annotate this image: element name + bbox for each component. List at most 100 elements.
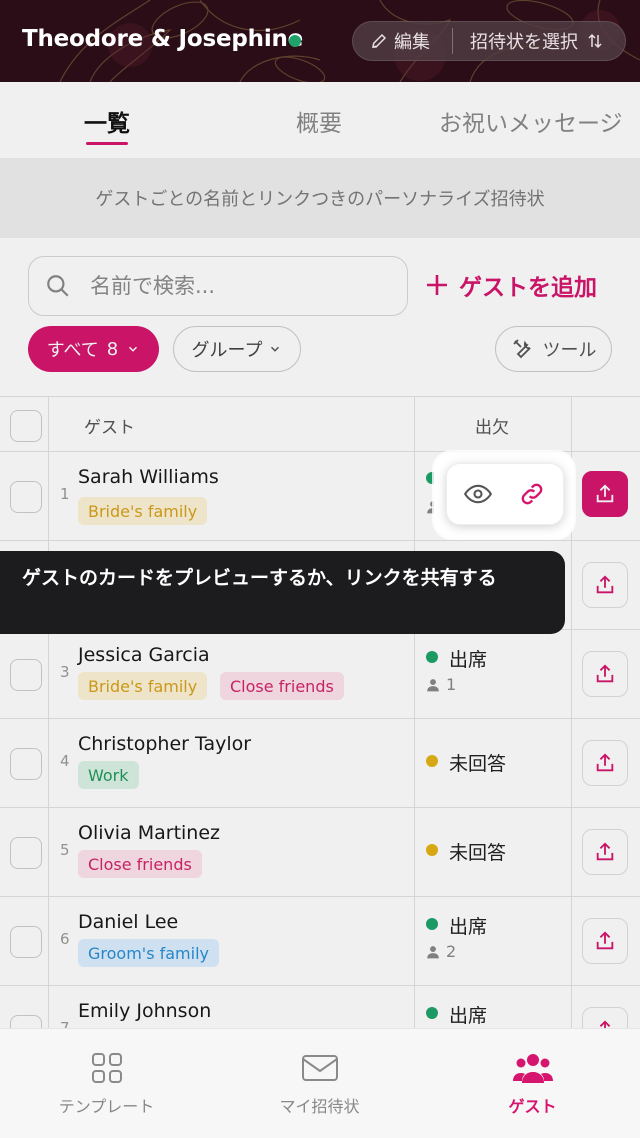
- row-checkbox[interactable]: [10, 659, 42, 691]
- table-row[interactable]: 4 Christopher Taylor Work 未回答: [0, 719, 640, 808]
- share-icon: [596, 484, 614, 503]
- active-tab-indicator: [86, 142, 128, 145]
- row-checkbox[interactable]: [10, 926, 42, 958]
- copy-link-icon[interactable]: [518, 480, 546, 508]
- group-tag: Work: [78, 761, 139, 789]
- row-number: 3: [60, 663, 70, 681]
- group-tag: Bride's family: [78, 497, 208, 525]
- select-all-checkbox[interactable]: [10, 410, 42, 442]
- filter-all-label: すべて: [46, 340, 99, 361]
- tools-label: ツール: [542, 340, 597, 361]
- select-invitation-label: 招待状を選択: [470, 32, 578, 53]
- select-invitation-button[interactable]: 招待状を選択: [470, 29, 604, 53]
- sort-arrows-icon: [588, 33, 602, 49]
- rsvp-status: 出席: [449, 649, 488, 671]
- tools-icon: [512, 339, 531, 359]
- guest-name: Jessica Garcia: [78, 644, 210, 666]
- row-number: 1: [60, 485, 70, 503]
- filter-group-label: グループ: [191, 340, 263, 361]
- row-number: 4: [60, 752, 70, 770]
- row-number: 5: [60, 841, 70, 859]
- guest-name: Olivia Martinez: [78, 822, 220, 844]
- info-banner-text: ゲストごとの名前とリンクつきのパーソナライズ招待状: [95, 189, 545, 210]
- status-dot: [426, 1007, 438, 1019]
- status-dot: [426, 651, 438, 663]
- group-tag: Close friends: [78, 850, 202, 878]
- envelope-icon: [301, 1055, 338, 1081]
- rsvp-status: 未回答: [449, 753, 507, 775]
- invitation-title: Theodore & Josephine: [22, 26, 304, 52]
- share-button[interactable]: [582, 740, 628, 786]
- people-icon: [512, 1054, 553, 1083]
- share-button[interactable]: [582, 651, 628, 697]
- bottom-navigation: テンプレート マイ招待状 ゲスト: [0, 1028, 640, 1138]
- table-row[interactable]: 3 Jessica Garcia Bride's family Close fr…: [0, 630, 640, 719]
- column-header-guest: ゲスト: [84, 418, 135, 438]
- status-dot: [426, 844, 438, 856]
- row-number: 6: [60, 930, 70, 948]
- guest-name: Sarah Williams: [78, 466, 219, 488]
- plus-icon: [427, 275, 447, 295]
- guest-name: Emily Johnson: [78, 1000, 212, 1022]
- share-icon: [596, 753, 614, 772]
- onboarding-tooltip[interactable]: ゲストのカードをプレビューするか、リンクを共有する: [0, 551, 565, 634]
- guest-name: Christopher Taylor: [78, 733, 252, 755]
- share-icon: [596, 664, 614, 683]
- nav-guests[interactable]: ゲスト: [426, 1029, 639, 1138]
- tab-list[interactable]: 一覧: [84, 104, 130, 138]
- table-row[interactable]: 5 Olivia Martinez Close friends 未回答: [0, 808, 640, 897]
- edit-label: 編集: [394, 32, 430, 53]
- info-banner: ゲストごとの名前とリンクつきのパーソナライズ招待状: [0, 158, 640, 238]
- share-button[interactable]: [582, 562, 628, 608]
- share-icon: [596, 842, 614, 861]
- tools-button[interactable]: ツール: [495, 326, 612, 372]
- guest-name: Daniel Lee: [78, 911, 179, 933]
- edit-button[interactable]: 編集: [370, 29, 430, 53]
- grid-icon: [91, 1053, 122, 1083]
- search-input[interactable]: [90, 270, 390, 302]
- rsvp-status: 出席: [449, 1005, 488, 1027]
- add-guest-label: ゲストを追加: [459, 275, 597, 301]
- status-dot: [426, 755, 438, 767]
- pencil-icon: [372, 33, 387, 48]
- nav-guests-label: ゲスト: [508, 1097, 557, 1116]
- pill-divider: [452, 28, 453, 54]
- person-icon: [427, 945, 439, 958]
- row-checkbox[interactable]: [10, 481, 42, 513]
- row-checkbox[interactable]: [10, 837, 42, 869]
- chevron-down-icon: [129, 346, 138, 352]
- table-row[interactable]: 6 Daniel Lee Groom's family 出席 2: [0, 897, 640, 986]
- status-dot: [426, 918, 438, 930]
- group-tag: Groom's family: [78, 939, 219, 967]
- party-count: 1: [446, 675, 457, 694]
- nav-templates[interactable]: テンプレート: [0, 1029, 213, 1138]
- filter-all-count: 8: [106, 338, 119, 360]
- table-header: ゲスト 出欠: [0, 396, 640, 452]
- share-button[interactable]: [582, 471, 628, 517]
- party-size: 1: [426, 675, 456, 694]
- party-size: 2: [426, 942, 456, 961]
- search-icon: [47, 275, 69, 297]
- filter-all-chip[interactable]: すべて 8: [28, 326, 159, 372]
- row-checkbox[interactable]: [10, 748, 42, 780]
- filter-group-chip[interactable]: グループ: [173, 326, 301, 372]
- rsvp-status: 未回答: [449, 842, 507, 864]
- share-button[interactable]: [582, 918, 628, 964]
- tab-bar: 一覧 概要 お祝いメッセージ: [0, 82, 640, 158]
- group-tag: Close friends: [220, 672, 344, 700]
- person-icon: [427, 678, 439, 691]
- status-dot: [289, 35, 301, 47]
- nav-my-invitations[interactable]: マイ招待状: [213, 1029, 426, 1138]
- nav-my-invitations-label: マイ招待状: [279, 1097, 360, 1116]
- rsvp-status: 出席: [449, 916, 488, 938]
- nav-templates-label: テンプレート: [58, 1097, 155, 1116]
- share-icon: [596, 575, 614, 594]
- party-count: 2: [446, 942, 457, 961]
- group-tag: Bride's family: [78, 672, 208, 700]
- share-icon: [596, 931, 614, 950]
- preview-eye-icon[interactable]: [464, 480, 492, 508]
- add-guest-button[interactable]: ゲストを追加: [425, 268, 597, 302]
- tab-overview[interactable]: 概要: [296, 104, 342, 138]
- share-button[interactable]: [582, 829, 628, 875]
- tab-messages[interactable]: お祝いメッセージ: [439, 104, 623, 138]
